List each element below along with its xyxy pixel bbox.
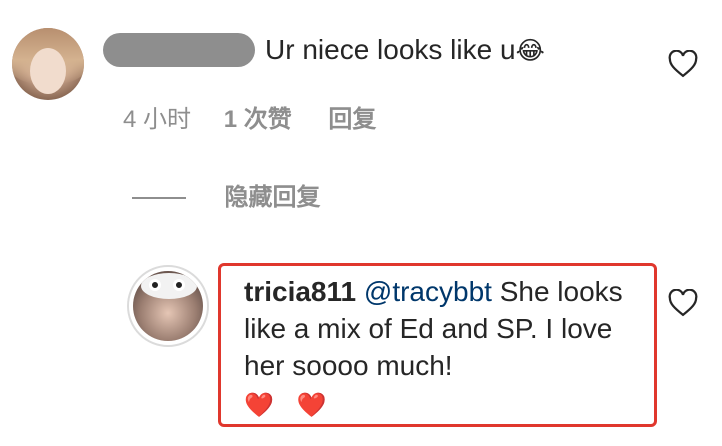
red-heart-emojis: ❤️ ❤️ [244, 392, 335, 419]
reply-username[interactable]: tricia811 [244, 276, 356, 307]
comment-likes[interactable]: 1 次赞 [224, 104, 292, 136]
comment-body: Ur niece looks like u😂 [265, 32, 545, 69]
commenter-avatar[interactable] [12, 28, 84, 100]
comment-thread: Ur niece looks like u😂 4 小时 1 次赞 回复 隐藏回复… [0, 0, 722, 446]
hide-replies-label[interactable]: 隐藏回复 [224, 182, 320, 214]
comment-like-heart-icon[interactable] [668, 50, 698, 78]
reply-like-heart-icon[interactable] [668, 289, 698, 317]
comment-time: 4 小时 [123, 106, 192, 133]
divider-line [132, 197, 186, 199]
reply-body: tricia811 @tracybbt She looks like a mix… [244, 273, 644, 384]
hide-replies-toggle[interactable]: 隐藏回复 [132, 182, 320, 214]
reply-button[interactable]: 回复 [328, 104, 376, 136]
redacted-username [103, 33, 255, 67]
reply-mention[interactable]: @tracybbt [364, 276, 492, 307]
comment-meta: 4 小时 1 次赞 回复 [123, 104, 376, 136]
reply-avatar[interactable] [127, 265, 209, 347]
comment-text: Ur niece looks like u [265, 34, 516, 65]
laughing-emoji: 😂 [515, 37, 545, 65]
